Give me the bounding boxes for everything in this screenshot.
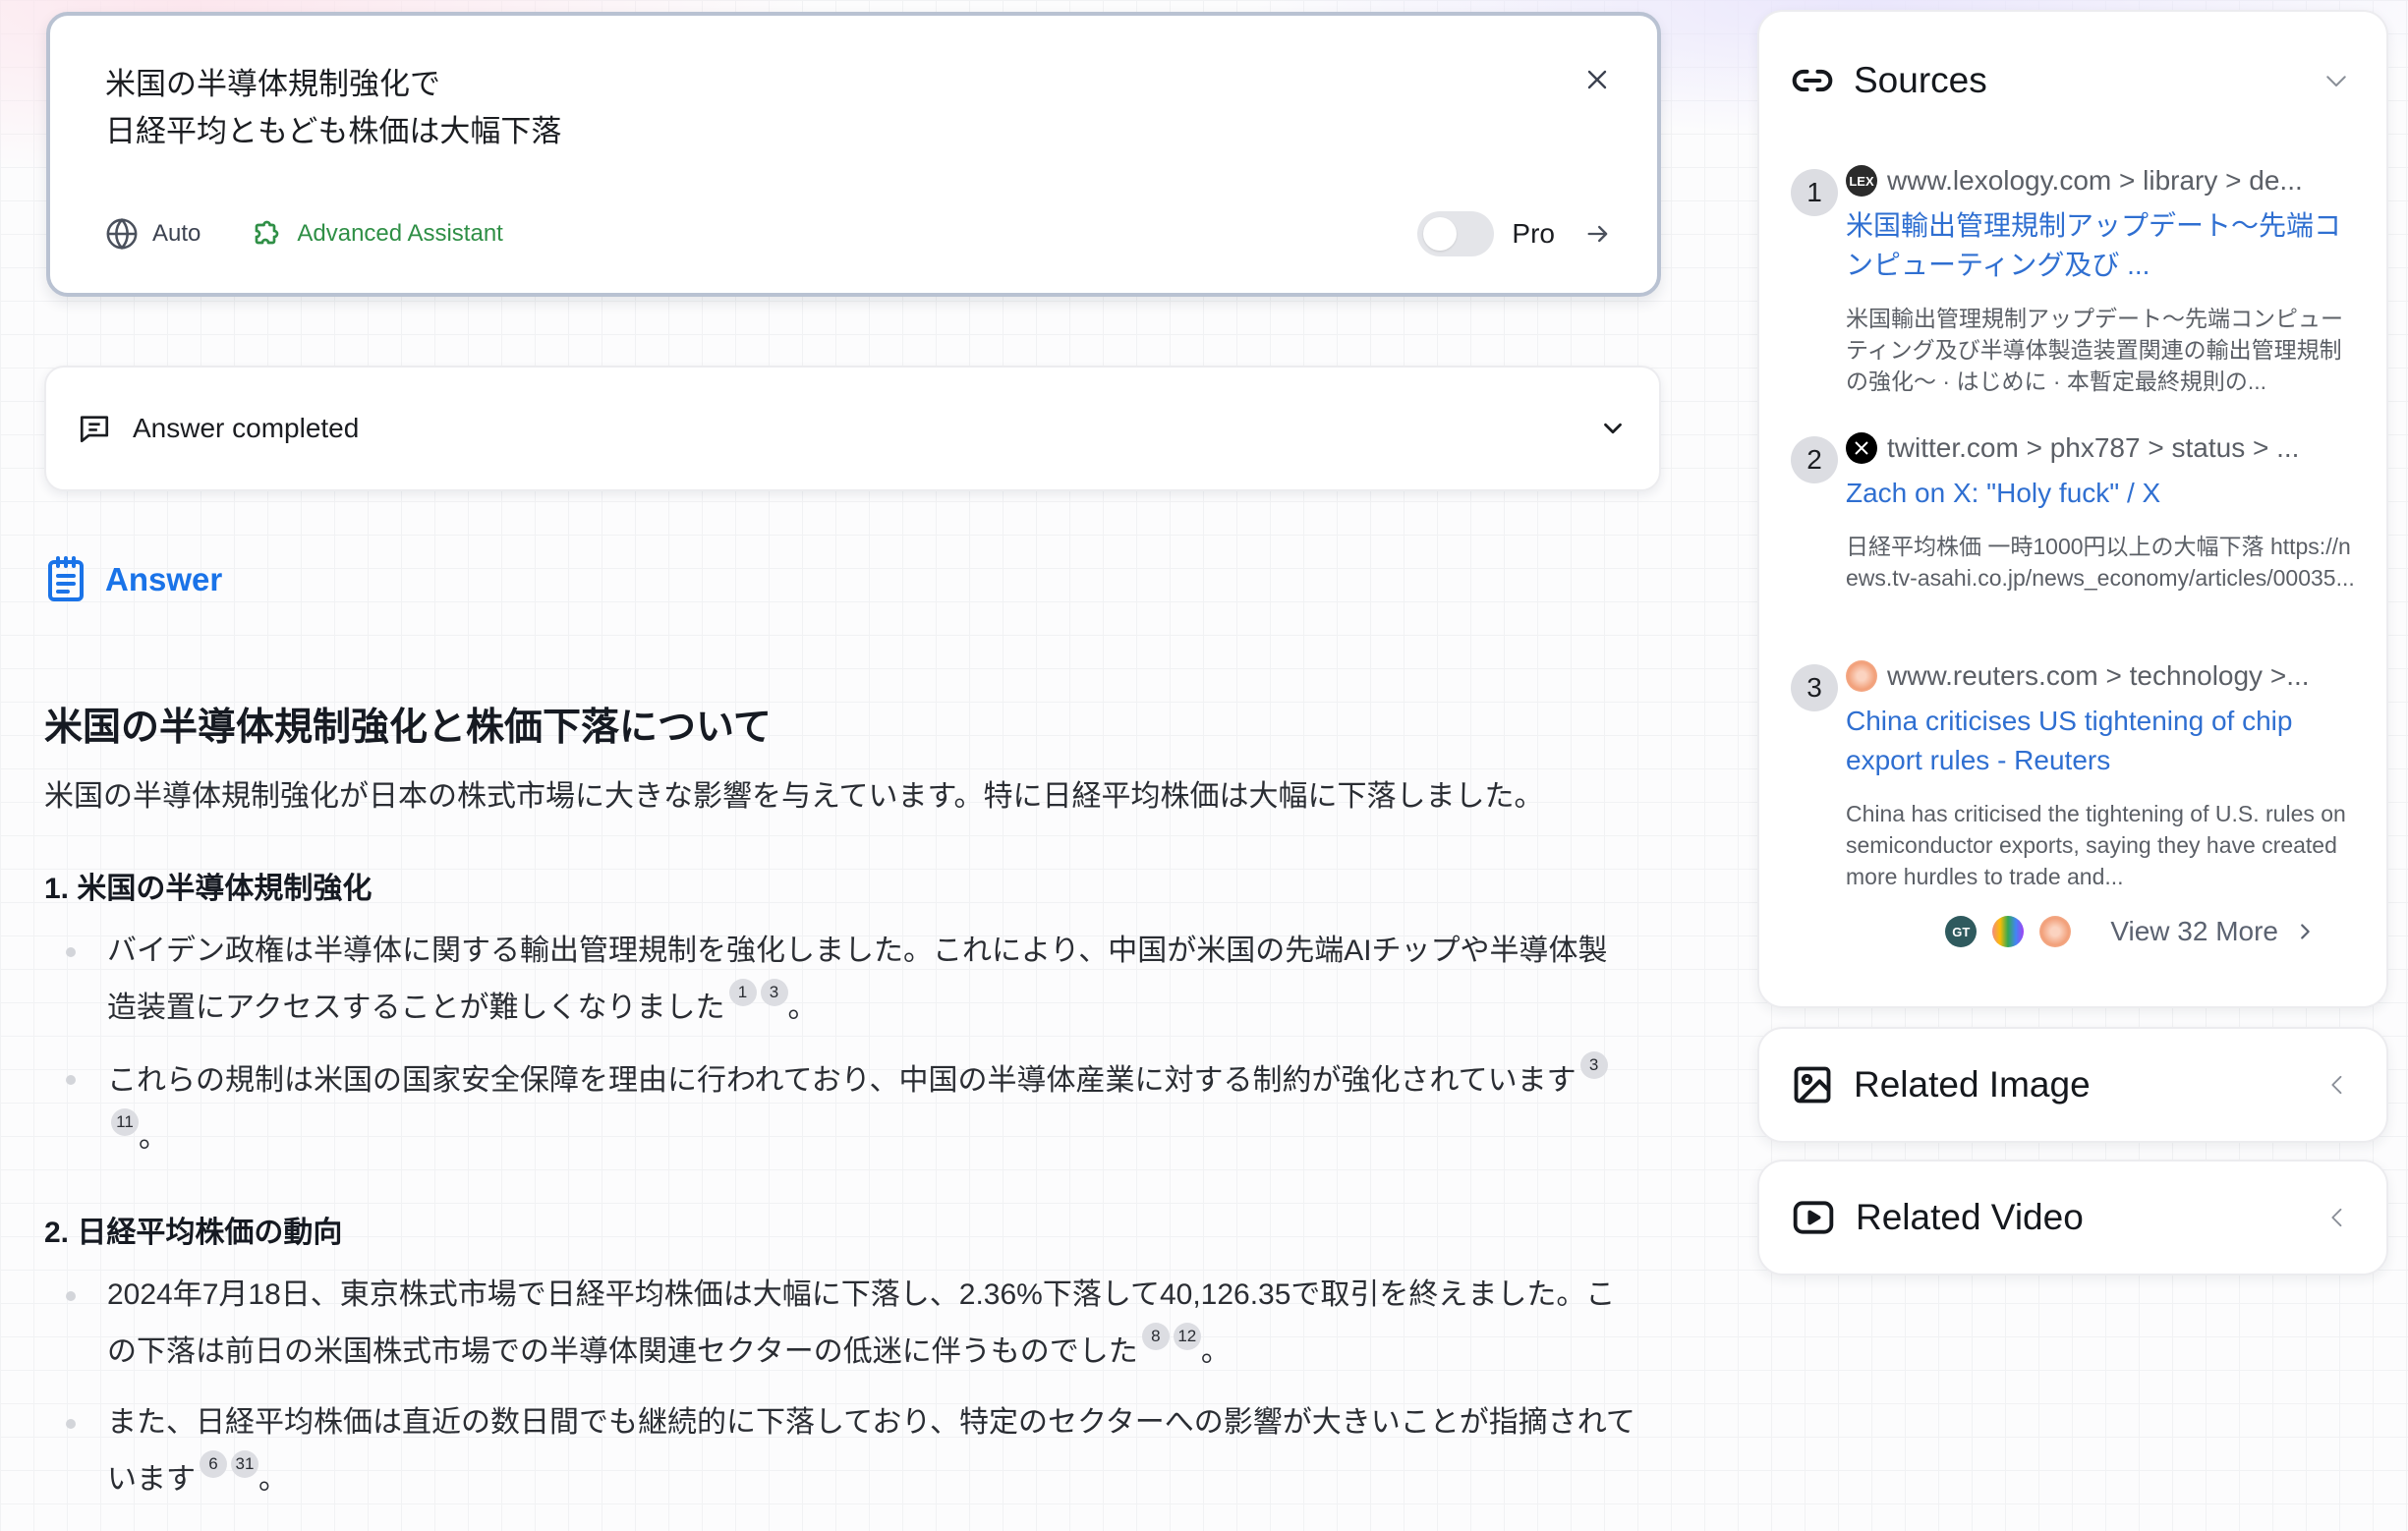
answer-intro: 米国の半導体規制強化が日本の株式市場に大きな影響を与えています。特に日経平均株価… [44, 780, 1544, 813]
pro-label: Pro [1512, 218, 1555, 249]
answer-body: 米国の半導体規制強化と株価下落について 米国の半導体規制強化が日本の株式市場に大… [44, 696, 1656, 1523]
bullet-text: 2024年7月18日、東京株式市場で日経平均株価は大幅に下落し、2.36%下落し… [107, 1278, 1616, 1368]
arrow-right-icon [1587, 225, 1608, 243]
video-play-icon [1793, 1201, 1834, 1234]
reuters-logo-icon [1846, 660, 1877, 692]
source-number: 2 [1791, 436, 1838, 483]
related-image-title: Related Image [1854, 1064, 2091, 1105]
source-snippet: China has criticised the tightening of U… [1846, 801, 2346, 889]
bullet-item: これらの規制は米国の国家安全保障を理由に行われており、中国の半導体産業に対する制… [44, 1051, 1656, 1165]
close-button[interactable] [1582, 65, 1612, 94]
source-title-link[interactable]: 米国輸出管理規制アップデート～先端コンピューティング及び ... [1846, 206, 2363, 285]
close-icon [1587, 70, 1607, 89]
source-site-path: twitter.com > phx787 > status > ... [1887, 432, 2300, 463]
chevron-down-icon [1604, 423, 1622, 434]
source-favicon: GT [1945, 916, 1978, 947]
source-title-link[interactable]: China criticises US tightening of chip e… [1846, 702, 2363, 780]
sources-title: Sources [1854, 60, 1987, 100]
citation-badge[interactable]: 3 [760, 979, 788, 1006]
bullet-item: バイデン政権は半導体に関する輸出管理規制を強化しました。これにより、中国が米国の… [44, 924, 1656, 1036]
related-video-title: Related Video [1856, 1197, 2084, 1237]
query-input[interactable]: 米国の半導体規制強化で 日経平均ともども株価は大幅下落 [105, 61, 1481, 155]
answer-status-bar[interactable]: Answer completed [44, 366, 1661, 491]
citation-badge[interactable]: 11 [111, 1108, 139, 1136]
source-site[interactable]: twitter.com > phx787 > status > ... [1846, 432, 2363, 464]
source-site[interactable]: LEX www.lexology.com > library > de... [1846, 165, 2363, 197]
pro-toggle[interactable] [1417, 211, 1495, 256]
sources-panel: Sources 1 LEX www.lexology.com > library… [1757, 10, 2388, 1008]
answer-heading: 米国の半導体規制強化と株価下落について [44, 707, 772, 749]
view-more-sources-button[interactable]: GT View 32 More [1945, 916, 2316, 947]
bullet-end: 。 [1200, 1335, 1231, 1368]
citation-badge[interactable]: 12 [1173, 1323, 1201, 1350]
puzzle-icon [256, 220, 279, 245]
related-image-panel[interactable]: Related Image [1757, 1027, 2388, 1143]
bullet-text: また、日経平均株価は直近の数日間でも継続的に下落しており、特定のセクターへの影響… [107, 1406, 1635, 1496]
source-site-path: www.reuters.com > technology >... [1887, 660, 2310, 691]
notepad-icon [48, 556, 84, 601]
answer-header: Answer [46, 556, 222, 603]
source-site-path: www.lexology.com > library > de... [1887, 165, 2303, 196]
citation-badge[interactable]: 31 [231, 1450, 258, 1478]
view-more-label: View 32 More [2110, 916, 2278, 946]
answer-status-label: Answer completed [133, 413, 360, 443]
bullet-text: これらの規制は米国の国家安全保障を理由に行われており、中国の半導体産業に対する制… [107, 1064, 1577, 1097]
globe-icon [106, 218, 138, 250]
source-favicon: LEX [1846, 165, 1877, 197]
x-logo-icon [1846, 432, 1877, 464]
section-title: 1. 米国の半導体規制強化 [44, 873, 373, 905]
chevron-down-icon [2326, 76, 2346, 86]
advanced-assistant-selector[interactable]: Advanced Assistant [248, 216, 503, 252]
reuters-logo-icon [2039, 916, 2072, 947]
bullet-end: 。 [787, 992, 818, 1024]
citation-badge[interactable]: 8 [1141, 1323, 1170, 1350]
toggle-knob [1423, 217, 1458, 251]
mode-auto-label: Auto [152, 220, 201, 247]
citation-badge[interactable]: 3 [1579, 1051, 1608, 1079]
bullet-item: 2024年7月18日、東京株式市場で日経平均株価は大幅に下落し、2.36%下落し… [44, 1268, 1656, 1380]
citation-badge[interactable]: 1 [728, 979, 757, 1006]
query-footer: Auto Advanced Assistant Pro [105, 211, 1612, 256]
section-title: 2. 日経平均株価の動向 [44, 1217, 343, 1249]
bullet-end: 。 [139, 1121, 168, 1154]
section-bullets: バイデン政権は半導体に関する輸出管理規制を強化しました。これにより、中国が米国の… [44, 924, 1656, 1165]
link-icon [1792, 69, 1833, 92]
source-snippet: 米国輸出管理規制アップデート～先端コンピューティング及び半導体製造装置関連の輸出… [1846, 306, 2343, 394]
section-bullets: 2024年7月18日、東京株式市場で日経平均株価は大幅に下落し、2.36%下落し… [44, 1268, 1656, 1507]
query-card: 米国の半導体規制強化で 日経平均ともども株価は大幅下落 Auto Advance… [46, 12, 1661, 297]
related-video-panel[interactable]: Related Video [1757, 1160, 2388, 1276]
chevron-right-icon [2301, 924, 2310, 939]
image-icon [1794, 1066, 1831, 1104]
answer-title: Answer [105, 561, 223, 597]
bullet-text: バイデン政権は半導体に関する輸出管理規制を強化しました。これにより、中国が米国の… [107, 935, 1608, 1024]
advanced-assistant-label: Advanced Assistant [297, 220, 503, 247]
sources-header[interactable]: Sources [1791, 53, 2351, 108]
source-site[interactable]: www.reuters.com > technology >... [1846, 660, 2363, 692]
bullet-item: また、日経平均株価は直近の数日間でも継続的に下落しており、特定のセクターへの影響… [44, 1395, 1656, 1507]
message-square-icon [80, 416, 109, 443]
chevron-left-icon [2331, 1075, 2342, 1095]
sources-collapse-button[interactable] [2322, 66, 2351, 95]
source-snippet: 日経平均株価 一時1000円以上の大幅下落 https://news.tv-as… [1846, 534, 2355, 591]
chevron-left-icon [2331, 1208, 2342, 1227]
source-title-link[interactable]: Zach on X: "Holy fuck" / X [1846, 474, 2363, 513]
source-number: 3 [1791, 664, 1838, 711]
bullet-end: 。 [258, 1463, 288, 1496]
source-number: 1 [1791, 169, 1838, 216]
submit-button[interactable] [1584, 220, 1612, 248]
rainbow-logo-icon [1992, 916, 2025, 947]
mode-auto-selector[interactable]: Auto [105, 217, 201, 251]
citation-badge[interactable]: 6 [200, 1450, 227, 1478]
